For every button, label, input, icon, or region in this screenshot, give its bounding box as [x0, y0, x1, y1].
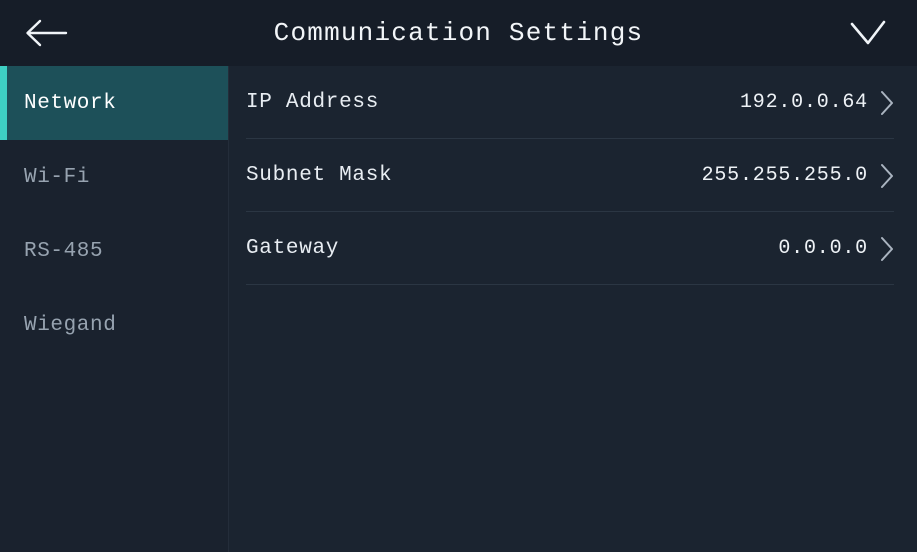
sidebar-item-label: Wi-Fi	[24, 165, 91, 189]
row-value: 255.255.255.0	[701, 164, 868, 187]
sidebar-item-label: Network	[24, 91, 117, 115]
row-value-group: 255.255.255.0	[702, 163, 894, 189]
chevron-right-icon	[881, 236, 893, 261]
back-button[interactable]	[2, 0, 88, 66]
list-item-gateway[interactable]: Gateway 0.0.0.0	[246, 212, 894, 285]
row-label: Gateway	[246, 237, 340, 260]
row-label: IP Address	[246, 91, 380, 114]
row-label: Subnet Mask	[246, 164, 393, 187]
list-item-ip-address[interactable]: IP Address 192.0.0.64	[246, 66, 894, 139]
sidebar-item-wiegand[interactable]: Wiegand	[0, 288, 228, 362]
confirm-button[interactable]	[825, 0, 911, 66]
sidebar-item-rs485[interactable]: RS-485	[0, 214, 228, 288]
sidebar-item-network[interactable]: Network	[0, 66, 228, 140]
row-value-group: 192.0.0.64	[740, 90, 894, 116]
row-value: 192.0.0.64	[739, 91, 868, 114]
network-settings-list: IP Address 192.0.0.64 Subnet Mask 255.25…	[229, 66, 917, 552]
content-area: Network Wi-Fi RS-485 Wiegand IP Address …	[0, 66, 917, 552]
page-title: Communication Settings	[273, 18, 644, 48]
sidebar-item-label: Wiegand	[24, 313, 117, 337]
sidebar-item-wifi[interactable]: Wi-Fi	[0, 140, 228, 214]
sidebar-item-label: RS-485	[24, 239, 104, 263]
title-bar: Communication Settings	[0, 0, 917, 66]
check-icon	[850, 20, 886, 45]
chevron-right-icon	[881, 90, 893, 115]
row-value: 0.0.0.0	[778, 237, 868, 260]
list-item-subnet-mask[interactable]: Subnet Mask 255.255.255.0	[246, 139, 894, 212]
chevron-right-icon	[881, 163, 893, 188]
back-arrow-icon	[26, 19, 68, 47]
communication-settings-screen: Communication Settings Network Wi-Fi RS-…	[0, 0, 917, 552]
row-value-group: 0.0.0.0	[778, 236, 894, 262]
settings-sidebar: Network Wi-Fi RS-485 Wiegand	[0, 66, 229, 552]
